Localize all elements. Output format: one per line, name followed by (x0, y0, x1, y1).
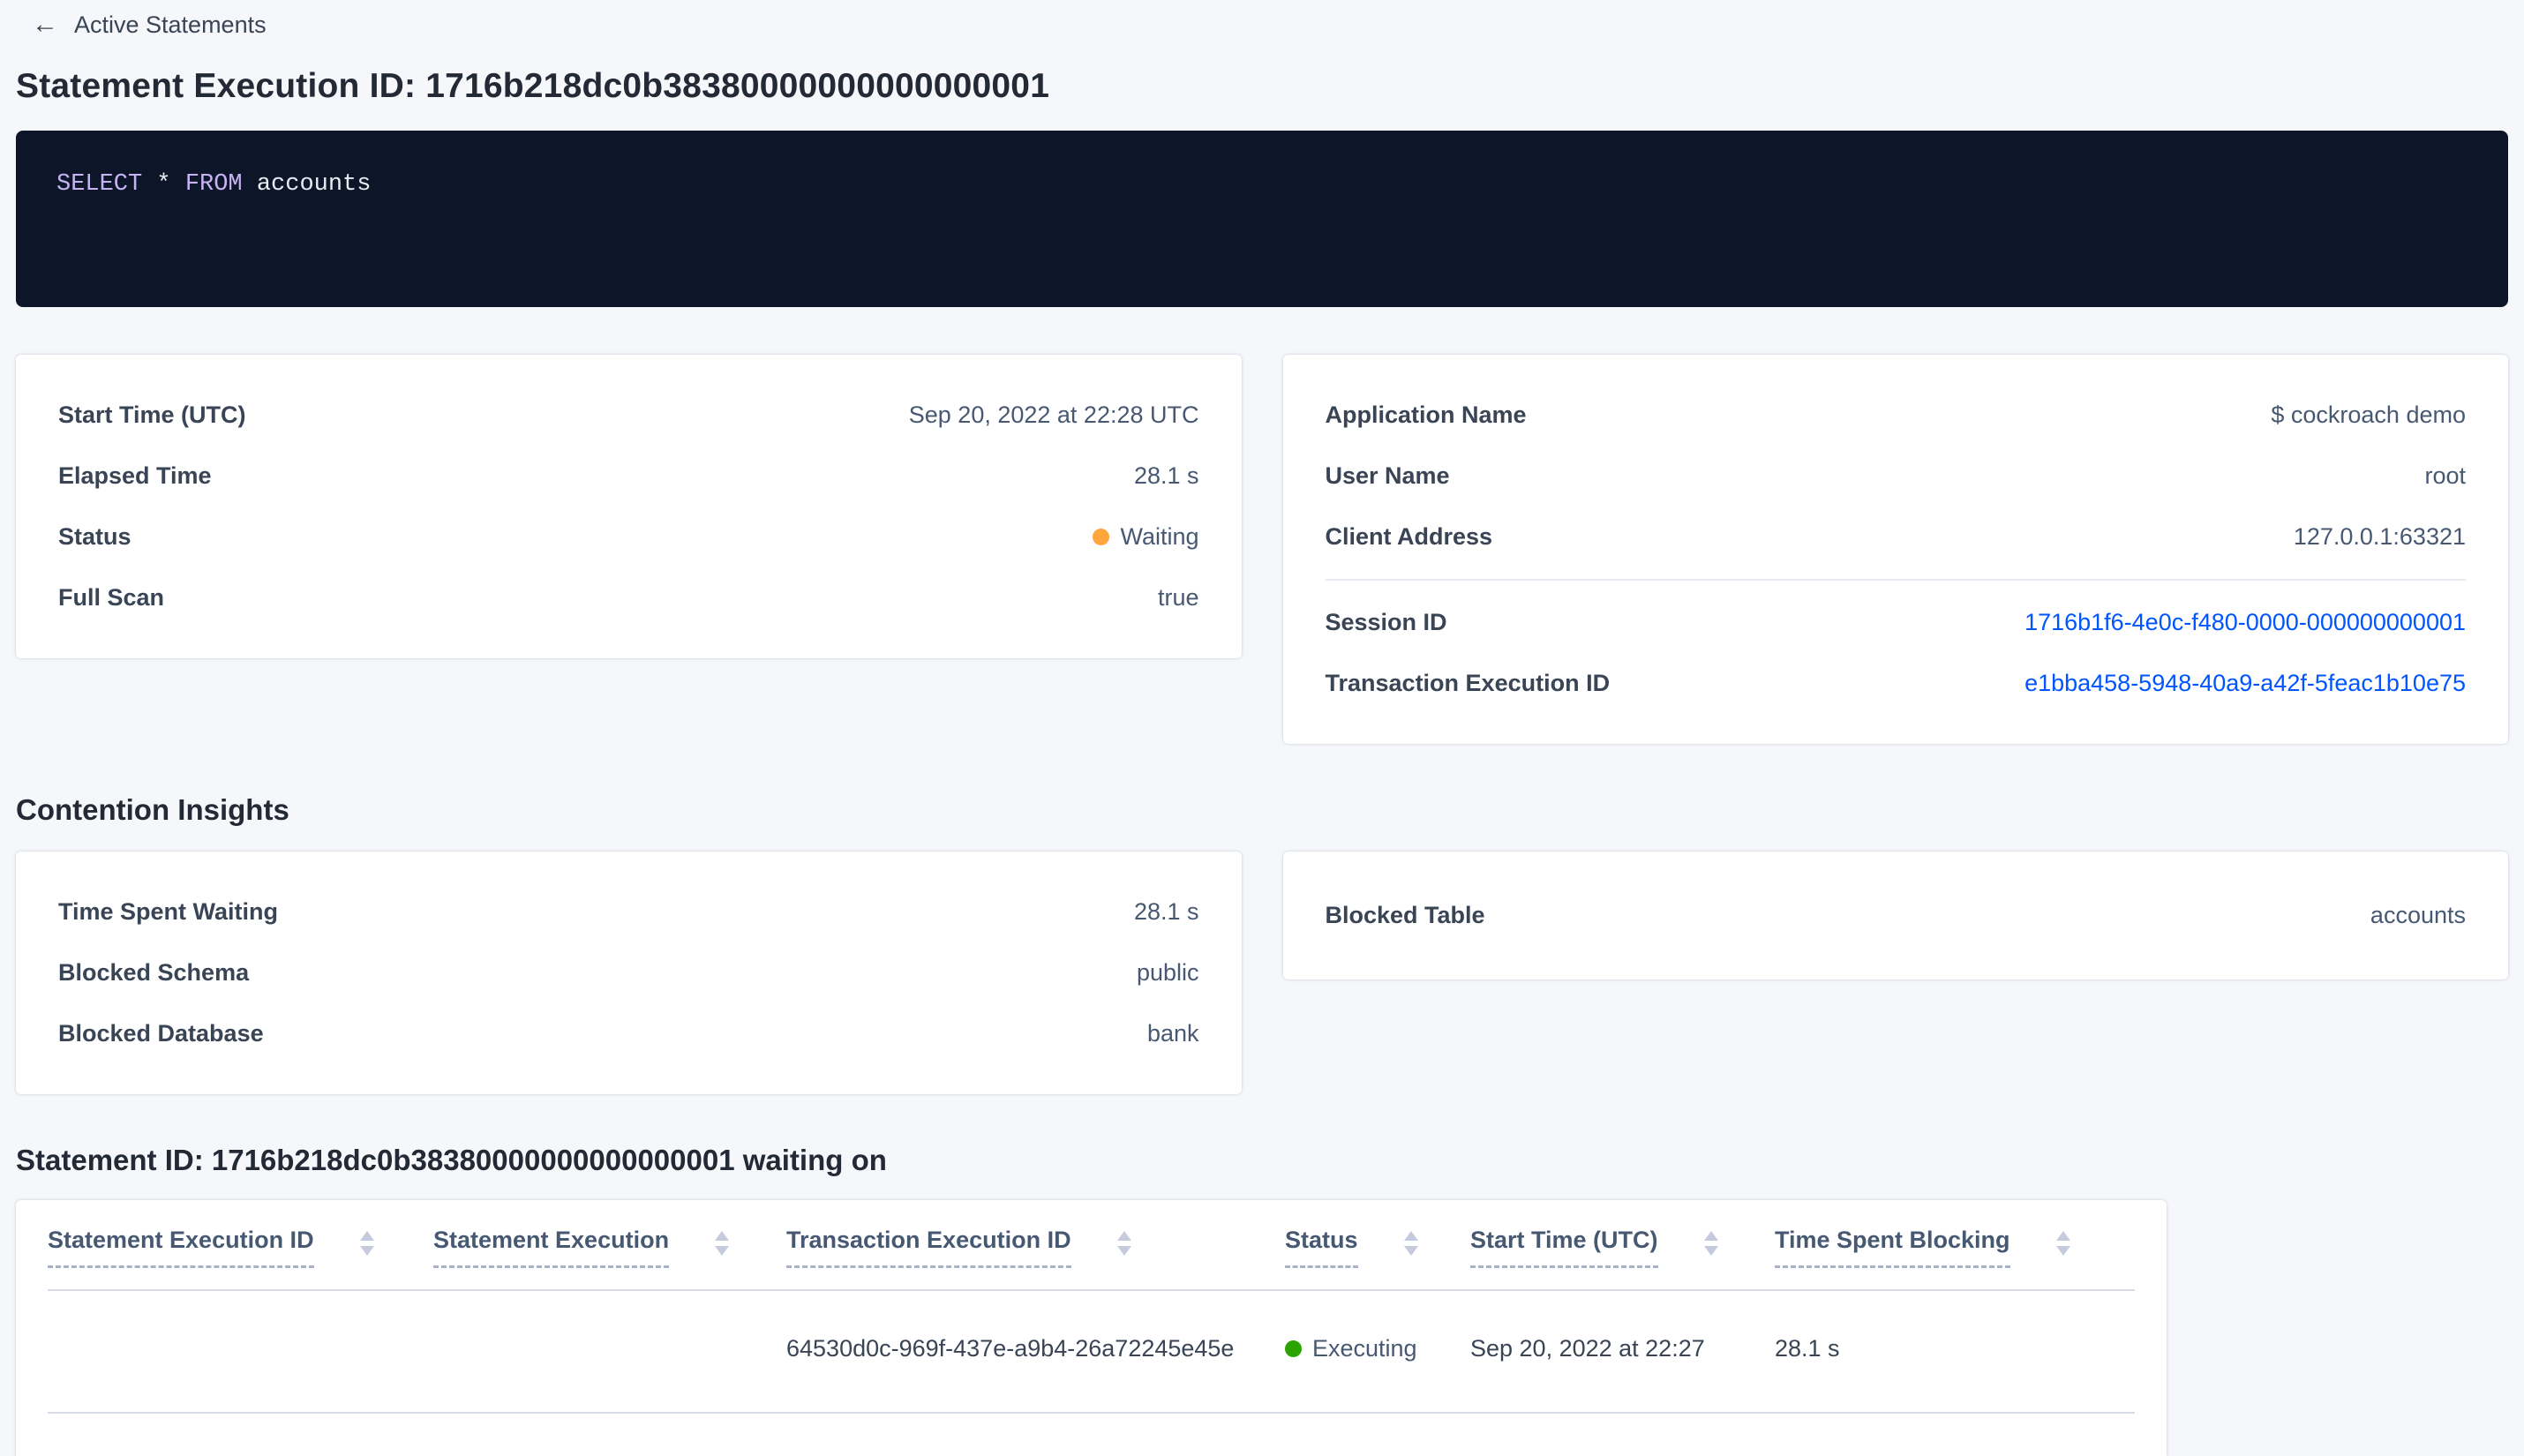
status-value: Waiting (1120, 523, 1199, 550)
blocked-table-value: accounts (2370, 902, 2466, 928)
application-name-row: Application Name $ cockroach demo (1326, 385, 2467, 446)
column-header-statement-execution[interactable]: Statement Execution (433, 1227, 786, 1289)
cell-time-spent-blocking: 28.1 s (1775, 1335, 1840, 1362)
column-header-statement-execution-id[interactable]: Statement Execution ID (48, 1227, 433, 1289)
client-address-value: 127.0.0.1:63321 (2293, 523, 2466, 550)
start-time-label: Start Time (UTC) (58, 402, 246, 428)
sort-arrows-icon[interactable] (1116, 1227, 1131, 1256)
session-id-row: Session ID 1716b1f6-4e0c-f480-0000-00000… (1326, 592, 2467, 653)
column-header-label: Statement Execution (433, 1227, 670, 1268)
cell-status: Executing (1285, 1335, 1470, 1362)
elapsed-time-row: Elapsed Time 28.1 s (58, 446, 1199, 507)
sort-arrows-icon[interactable] (359, 1227, 374, 1256)
user-name-value: root (2424, 462, 2466, 489)
blocked-database-label: Blocked Database (58, 1020, 264, 1047)
column-header-transaction-execution-id[interactable]: Transaction Execution ID (786, 1227, 1285, 1289)
user-name-label: User Name (1325, 462, 1450, 489)
blocked-table-row: Blocked Table accounts (1326, 885, 2467, 946)
column-header-label: Time Spent Blocking (1775, 1227, 2010, 1268)
time-spent-waiting-label: Time Spent Waiting (58, 898, 279, 925)
column-header-label: Statement Execution ID (48, 1227, 314, 1268)
contention-insights-heading: Contention Insights (16, 793, 289, 826)
sort-arrows-icon[interactable] (1703, 1227, 1718, 1256)
start-time-row: Start Time (UTC) Sep 20, 2022 at 22:28 U… (58, 385, 1199, 446)
status-badge: Waiting (1093, 523, 1199, 551)
back-arrow-icon: ← (32, 10, 58, 39)
statement-execution-details-page: ← Active Statements Statement Execution … (0, 0, 2524, 1456)
table-row: 64530d0c-969f-437e-a9b4-26a72245e45e Exe… (48, 1291, 2135, 1414)
blocked-database-row: Blocked Database bank (58, 1003, 1199, 1064)
client-address-row: Client Address 127.0.0.1:63321 (1326, 507, 2467, 567)
client-address-label: Client Address (1325, 523, 1493, 550)
session-id-link[interactable]: 1716b1f6-4e0c-f480-0000-000000000001 (2024, 609, 2466, 636)
waiting-on-table-header: Statement Execution ID Statement Executi… (48, 1200, 2135, 1291)
sql-select-keyword: SELECT (56, 171, 143, 198)
back-link-label: Active Statements (74, 11, 267, 38)
execution-details-row: Start Time (UTC) Sep 20, 2022 at 22:28 U… (16, 355, 2508, 744)
elapsed-time-value: 28.1 s (1133, 462, 1199, 489)
execution-times-card: Start Time (UTC) Sep 20, 2022 at 22:28 U… (16, 355, 1242, 658)
blocked-database-value: bank (1146, 1020, 1199, 1047)
transaction-execution-id-label: Transaction Execution ID (1325, 670, 1611, 696)
transaction-execution-id-row: Transaction Execution ID e1bba458-5948-4… (1326, 653, 2467, 714)
sort-arrows-icon[interactable] (715, 1227, 730, 1256)
column-header-start-time[interactable]: Start Time (UTC) (1470, 1227, 1775, 1289)
cell-transaction-execution-id: 64530d0c-969f-437e-a9b4-26a72245e45e (786, 1335, 1235, 1362)
blocked-schema-label: Blocked Schema (58, 959, 250, 986)
column-header-time-spent-blocking[interactable]: Time Spent Blocking (1775, 1227, 2135, 1289)
column-header-label: Status (1285, 1227, 1358, 1268)
status-executing-dot-icon (1285, 1340, 1302, 1357)
blocked-schema-row: Blocked Schema public (58, 942, 1199, 1003)
cell-start-time: Sep 20, 2022 at 22:27 (1470, 1335, 1705, 1362)
sort-arrows-icon[interactable] (1403, 1227, 1418, 1256)
start-time-value: Sep 20, 2022 at 22:28 UTC (908, 402, 1199, 428)
page-title: Statement Execution ID: 1716b218dc0b3838… (16, 67, 1050, 105)
blocked-schema-value: public (1136, 959, 1199, 986)
full-scan-value: true (1157, 584, 1199, 611)
waiting-on-heading: Statement ID: 1716b218dc0b38380000000000… (16, 1144, 887, 1176)
sql-table-name: accounts (242, 171, 372, 198)
status-label: Status (58, 523, 131, 550)
transaction-execution-id-link[interactable]: e1bba458-5948-40a9-a42f-5feac1b10e75 (2024, 670, 2466, 697)
status-waiting-dot-icon (1093, 529, 1110, 545)
column-header-label: Start Time (UTC) (1470, 1227, 1658, 1268)
time-spent-waiting-row: Time Spent Waiting 28.1 s (58, 882, 1199, 942)
session-info-card: Application Name $ cockroach demo User N… (1282, 355, 2508, 744)
application-name-value: $ cockroach demo (2271, 402, 2466, 428)
sql-from-keyword: FROM (184, 171, 243, 198)
session-id-label: Session ID (1325, 609, 1447, 635)
application-name-label: Application Name (1325, 402, 1527, 428)
blocked-table-label: Blocked Table (1325, 902, 1485, 928)
time-spent-waiting-value: 28.1 s (1133, 898, 1199, 925)
back-link[interactable]: ← Active Statements (16, 9, 267, 41)
status-row: Status Waiting (58, 507, 1199, 567)
column-header-status[interactable]: Status (1285, 1227, 1470, 1289)
waiting-on-table-card: Statement Execution ID Statement Executi… (16, 1200, 2167, 1456)
contention-insights-row: Time Spent Waiting 28.1 s Blocked Schema… (16, 852, 2508, 1094)
full-scan-row: Full Scan true (58, 567, 1199, 628)
card-divider (1325, 579, 2466, 581)
full-scan-label: Full Scan (58, 584, 165, 611)
sql-star: * (142, 171, 185, 198)
sql-statement-box: SELECT * FROM accounts (16, 131, 2508, 307)
sort-arrows-icon[interactable] (2055, 1227, 2070, 1256)
blocked-table-card: Blocked Table accounts (1282, 852, 2508, 979)
contention-waiting-card: Time Spent Waiting 28.1 s Blocked Schema… (16, 852, 1242, 1094)
user-name-row: User Name root (1326, 446, 2467, 507)
column-header-label: Transaction Execution ID (786, 1227, 1071, 1268)
elapsed-time-label: Elapsed Time (58, 462, 212, 489)
cell-status-value: Executing (1312, 1335, 1417, 1362)
